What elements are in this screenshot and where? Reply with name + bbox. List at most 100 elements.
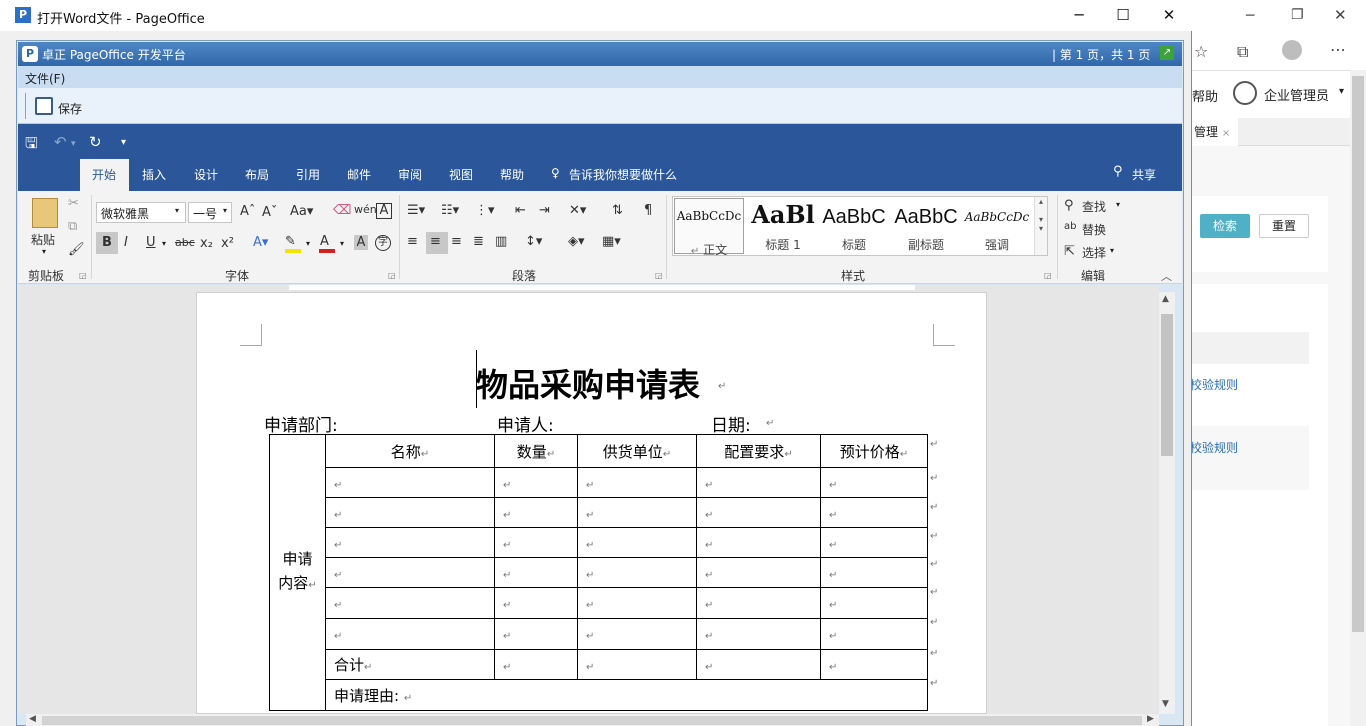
- increase-indent-icon[interactable]: ⇥: [539, 203, 550, 218]
- select-dropdown-icon[interactable]: ▾: [1110, 246, 1114, 255]
- underline-dropdown-icon[interactable]: ▾: [162, 239, 166, 248]
- favorites-star-icon[interactable]: ☆: [1194, 42, 1208, 61]
- clear-format-icon[interactable]: ⌫: [333, 203, 351, 218]
- line-spacing-icon[interactable]: ↕▾: [525, 234, 542, 249]
- scroll-right-icon[interactable]: ▶: [1147, 714, 1154, 724]
- customize-qa-icon[interactable]: ▾: [121, 137, 126, 148]
- cell[interactable]: ↵: [494, 618, 578, 650]
- cell[interactable]: ↵: [820, 467, 928, 498]
- cell[interactable]: ↵: [325, 618, 495, 650]
- reason-cell[interactable]: 申请理由: ↵: [325, 679, 928, 711]
- redo-icon[interactable]: ↻: [89, 133, 102, 151]
- shading-icon[interactable]: ◈▾: [568, 234, 585, 249]
- vertical-scroll-thumb[interactable]: [1161, 314, 1173, 456]
- cell[interactable]: ↵: [577, 587, 697, 619]
- collections-icon[interactable]: ⧉: [1237, 42, 1248, 62]
- browser-close-icon[interactable]: ✕: [1334, 6, 1347, 24]
- highlight-icon[interactable]: ✎: [285, 234, 296, 249]
- cell[interactable]: ↵: [820, 527, 928, 558]
- paragraph-launcher-icon[interactable]: ◲: [655, 271, 663, 280]
- cell[interactable]: ↵: [494, 587, 578, 619]
- underline-icon[interactable]: U: [146, 235, 156, 250]
- cut-icon[interactable]: ✂: [68, 196, 79, 211]
- undo-icon[interactable]: ↶: [54, 133, 67, 151]
- cell[interactable]: ↵: [820, 557, 928, 588]
- decrease-indent-icon[interactable]: ⇤: [515, 203, 526, 218]
- user-avatar[interactable]: [1233, 81, 1257, 105]
- save-button[interactable]: 保存: [58, 100, 82, 117]
- collapse-ribbon-icon[interactable]: ︿: [1161, 268, 1172, 284]
- user-name[interactable]: 企业管理员: [1264, 85, 1329, 104]
- fullscreen-icon[interactable]: ↗: [1160, 46, 1174, 60]
- cell[interactable]: ↵: [820, 497, 928, 528]
- cell[interactable]: ↵: [325, 497, 495, 528]
- scroll-up-icon[interactable]: ▲: [1162, 294, 1169, 304]
- paste-dropdown-icon[interactable]: ▾: [42, 247, 46, 256]
- cell[interactable]: ↵: [696, 497, 821, 528]
- file-menu[interactable]: 文件(F): [25, 70, 65, 87]
- cell[interactable]: ↵: [696, 618, 821, 650]
- tab-help[interactable]: 帮助: [500, 166, 524, 183]
- superscript-icon[interactable]: x²: [221, 236, 234, 251]
- tab-layout[interactable]: 布局: [245, 166, 269, 183]
- horizontal-scroll-thumb[interactable]: [42, 716, 1142, 725]
- cell[interactable]: ↵: [494, 497, 578, 528]
- cell[interactable]: ↵: [325, 557, 495, 588]
- search-button[interactable]: 检索: [1200, 214, 1250, 238]
- cell[interactable]: ↵: [696, 557, 821, 588]
- find-dropdown-icon[interactable]: ▾: [1116, 200, 1120, 209]
- replace-icon[interactable]: ab: [1064, 221, 1076, 232]
- save-icon[interactable]: [35, 97, 53, 115]
- total-cell[interactable]: 合计↵: [325, 649, 495, 680]
- scroll-left-icon[interactable]: ◀: [29, 714, 36, 724]
- select-button[interactable]: 选择: [1082, 244, 1106, 261]
- tab-close-icon[interactable]: ×: [1222, 128, 1230, 139]
- align-left-icon[interactable]: ≡: [407, 234, 418, 249]
- numbering-icon[interactable]: ☷▾: [441, 203, 459, 218]
- tab-references[interactable]: 引用: [296, 166, 320, 183]
- cell[interactable]: ↵: [325, 587, 495, 619]
- change-case-icon[interactable]: Aa▾: [290, 204, 313, 219]
- cell[interactable]: ↵: [820, 618, 928, 650]
- cell[interactable]: ↵: [577, 557, 697, 588]
- tab-mailings[interactable]: 邮件: [347, 166, 371, 183]
- tab-insert[interactable]: 插入: [142, 166, 166, 183]
- find-button[interactable]: 查找: [1082, 198, 1106, 215]
- browser-scroll-thumb[interactable]: [1352, 76, 1364, 632]
- cell[interactable]: ↵: [577, 649, 697, 680]
- char-border-icon[interactable]: A: [376, 203, 392, 219]
- help-link[interactable]: 帮助: [1192, 86, 1218, 105]
- bullets-icon[interactable]: ☰▾: [407, 203, 425, 218]
- font-size-dropdown-icon[interactable]: ▾: [223, 206, 227, 215]
- share-button[interactable]: 共享: [1132, 166, 1156, 183]
- char-shading-icon[interactable]: A: [354, 235, 368, 250]
- undo-dropdown-icon[interactable]: ▾: [71, 139, 76, 149]
- style-heading1[interactable]: AaBl 标题 1: [747, 198, 819, 256]
- italic-icon[interactable]: I: [124, 235, 128, 250]
- close-button[interactable]: ✕: [1146, 0, 1192, 31]
- find-icon[interactable]: ⚲: [1064, 198, 1074, 213]
- cell[interactable]: ↵: [696, 467, 821, 498]
- subscript-icon[interactable]: x₂: [200, 236, 213, 251]
- chinese-layout-icon[interactable]: ✕▾: [569, 203, 586, 218]
- font-color-icon[interactable]: A: [320, 234, 329, 249]
- tab-home[interactable]: 开始: [92, 166, 116, 183]
- copy-icon[interactable]: ⧉: [68, 219, 77, 234]
- minimize-button[interactable]: ─: [1056, 0, 1102, 31]
- browser-profile-avatar[interactable]: [1282, 40, 1302, 60]
- cell[interactable]: ↵: [494, 557, 578, 588]
- more-menu-icon[interactable]: ⋯: [1330, 40, 1346, 59]
- distributed-icon[interactable]: ▥: [495, 234, 507, 249]
- reset-button[interactable]: 重置: [1259, 214, 1309, 238]
- style-normal[interactable]: AaBbCcDc ↵ 正文: [674, 198, 744, 257]
- sort-icon[interactable]: ⇅: [612, 203, 623, 218]
- paste-button[interactable]: 粘贴: [31, 231, 55, 248]
- cell[interactable]: ↵: [820, 587, 928, 619]
- style-emphasis[interactable]: AaBbCcDc 强调: [961, 198, 1033, 256]
- cell[interactable]: ↵: [577, 497, 697, 528]
- cell[interactable]: ↵: [325, 527, 495, 558]
- select-icon[interactable]: ⇱: [1064, 244, 1075, 259]
- phonetic-guide-icon[interactable]: wén: [354, 203, 377, 216]
- font-name-dropdown-icon[interactable]: ▾: [175, 206, 179, 215]
- cell[interactable]: ↵: [577, 467, 697, 498]
